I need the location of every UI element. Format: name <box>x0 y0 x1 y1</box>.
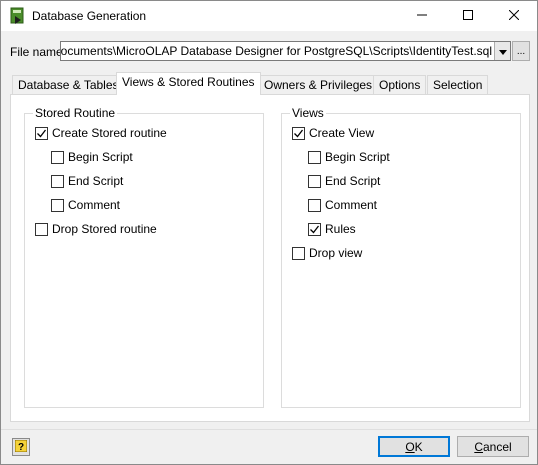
create-stored-routine-checkbox[interactable]: Create Stored routine <box>35 126 167 140</box>
tab-database-tables[interactable]: Database & Tables <box>12 75 125 94</box>
checkbox-label: Drop Stored routine <box>52 222 157 236</box>
checkbox-box[interactable] <box>292 126 305 140</box>
checkbox-label: Drop view <box>309 246 363 260</box>
drop-stored-routine-checkbox[interactable]: Drop Stored routine <box>35 222 157 236</box>
cancel-button[interactable]: Cancel <box>457 436 529 457</box>
checkbox-box[interactable] <box>35 126 48 140</box>
checkbox-box[interactable] <box>292 246 305 260</box>
help-question-icon: ? <box>14 439 28 455</box>
checkbox-label: Rules <box>325 222 356 236</box>
checkbox-label: End Script <box>325 174 381 188</box>
checkmark-icon <box>310 225 320 233</box>
cancel-label-rest: ancel <box>482 439 512 454</box>
ok-accelerator: O <box>405 439 415 454</box>
sr-begin-script-checkbox[interactable]: Begin Script <box>51 150 133 164</box>
dialog-window: Database Generation File name el\Documen… <box>0 0 538 465</box>
create-view-checkbox[interactable]: Create View <box>292 126 374 140</box>
file-name-combobox[interactable]: el\Documents\MicroOLAP Database Designer… <box>60 41 511 61</box>
drop-view-checkbox[interactable]: Drop view <box>292 246 362 260</box>
cancel-accelerator: C <box>474 439 483 454</box>
checkbox-label: Create View <box>309 126 375 140</box>
view-comment-checkbox[interactable]: Comment <box>308 198 377 212</box>
ok-label-rest: K <box>414 439 423 454</box>
close-icon <box>508 9 520 23</box>
file-dropdown-button[interactable] <box>494 42 510 60</box>
checkbox-label: Comment <box>68 198 121 212</box>
view-rules-checkbox[interactable]: Rules <box>308 222 356 236</box>
tab-selection[interactable]: Selection <box>427 75 489 94</box>
sr-end-script-checkbox[interactable]: End Script <box>51 174 123 188</box>
database-generation-icon <box>9 7 27 25</box>
checkbox-label: Begin Script <box>68 150 133 164</box>
title-bar[interactable]: Database Generation <box>1 1 537 31</box>
tab-owners-privileges[interactable]: Owners & Privileges <box>258 75 379 94</box>
maximize-button[interactable] <box>445 1 491 31</box>
tab-views-stored-routines[interactable]: Views & Stored Routines <box>116 72 261 95</box>
checkbox-box[interactable] <box>35 222 48 236</box>
file-name-value[interactable]: el\Documents\MicroOLAP Database Designer… <box>61 44 492 58</box>
chevron-down-icon <box>498 44 507 58</box>
file-name-label: File name <box>10 45 63 59</box>
tab-panel: Stored Routine Create Stored routine Beg… <box>10 94 530 422</box>
checkbox-label: End Script <box>68 174 124 188</box>
checkbox-box[interactable] <box>308 150 321 164</box>
checkbox-box[interactable] <box>308 174 321 188</box>
view-end-script-checkbox[interactable]: End Script <box>308 174 380 188</box>
help-button[interactable]: ? <box>12 438 30 456</box>
checkbox-box[interactable] <box>51 198 64 212</box>
minimize-icon <box>417 9 427 23</box>
views-group-title: Views <box>290 106 326 120</box>
close-button[interactable] <box>491 1 537 31</box>
checkbox-box[interactable] <box>51 174 64 188</box>
view-begin-script-checkbox[interactable]: Begin Script <box>308 150 390 164</box>
window-title: Database Generation <box>32 9 147 23</box>
checkmark-icon <box>37 129 47 137</box>
sr-comment-checkbox[interactable]: Comment <box>51 198 120 212</box>
maximize-icon <box>463 9 473 23</box>
checkbox-box[interactable] <box>308 198 321 212</box>
checkmark-icon <box>294 129 304 137</box>
ok-button[interactable]: OK <box>378 436 450 457</box>
checkbox-label: Create Stored routine <box>52 126 167 140</box>
checkbox-label: Comment <box>325 198 378 212</box>
views-group: Views Create View Begin Script End Scrip… <box>281 106 521 408</box>
svg-text:?: ? <box>18 442 24 452</box>
checkbox-box[interactable] <box>51 150 64 164</box>
footer-divider <box>1 429 537 430</box>
browse-button[interactable]: ... <box>512 41 530 61</box>
minimize-button[interactable] <box>399 1 445 31</box>
checkbox-label: Begin Script <box>325 150 390 164</box>
stored-routine-group: Stored Routine Create Stored routine Beg… <box>24 106 264 408</box>
checkbox-box[interactable] <box>308 222 321 236</box>
tab-options[interactable]: Options <box>373 75 427 94</box>
stored-routine-group-title: Stored Routine <box>33 106 118 120</box>
